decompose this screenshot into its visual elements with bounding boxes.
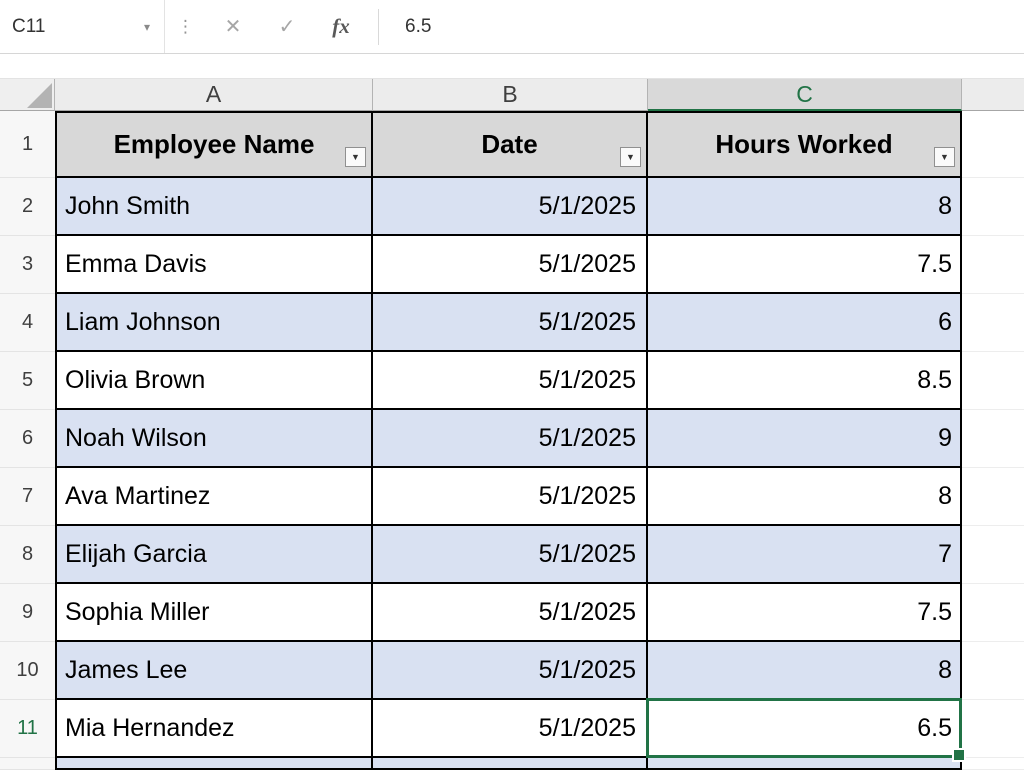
table-header-employee-name-label: Employee Name — [114, 129, 315, 160]
name-box[interactable]: C11 ▾ — [0, 0, 165, 53]
cell-A4[interactable]: Liam Johnson — [55, 294, 373, 352]
formula-input[interactable]: 6.5 — [379, 0, 1024, 53]
filter-button-date[interactable]: ▼ — [620, 147, 641, 167]
row-header-12-partial[interactable] — [0, 758, 55, 770]
table-row: 6 Noah Wilson 5/1/2025 9 — [0, 410, 1024, 468]
formula-bar: C11 ▾ ⋮ ✕ ✓ fx 6.5 — [0, 0, 1024, 54]
filter-button-employee-name[interactable]: ▼ — [345, 147, 366, 167]
spreadsheet-window: C11 ▾ ⋮ ✕ ✓ fx 6.5 A B C 1 Employee Name… — [0, 0, 1024, 770]
cell-B2[interactable]: 5/1/2025 — [373, 178, 648, 236]
cell-C2[interactable]: 8 — [648, 178, 962, 236]
cell-outside-table[interactable] — [962, 700, 1024, 758]
cell-B12-partial[interactable] — [373, 758, 648, 770]
table-row: 7 Ava Martinez 5/1/2025 8 — [0, 468, 1024, 526]
row-header-10[interactable]: 10 — [0, 642, 55, 700]
separator-dots-icon: ⋮ — [177, 17, 194, 37]
row-header-5[interactable]: 5 — [0, 352, 55, 410]
cell-C6[interactable]: 9 — [648, 410, 962, 468]
table-row: 5 Olivia Brown 5/1/2025 8.5 — [0, 352, 1024, 410]
column-header-b[interactable]: B — [373, 79, 648, 111]
cell-B8[interactable]: 5/1/2025 — [373, 526, 648, 584]
cell-C8[interactable]: 7 — [648, 526, 962, 584]
cell-C12-partial[interactable] — [648, 758, 962, 770]
cell-outside-table[interactable] — [962, 526, 1024, 584]
cell-A3[interactable]: Emma Davis — [55, 236, 373, 294]
table-row: 10 James Lee 5/1/2025 8 — [0, 642, 1024, 700]
cell-A11[interactable]: Mia Hernandez — [55, 700, 373, 758]
cell-B6[interactable]: 5/1/2025 — [373, 410, 648, 468]
table-row: 9 Sophia Miller 5/1/2025 7.5 — [0, 584, 1024, 642]
ribbon-gap — [0, 54, 1024, 78]
insert-function-icon[interactable]: fx — [314, 0, 368, 53]
cell-outside-table[interactable] — [962, 410, 1024, 468]
cell-outside-table[interactable] — [962, 758, 1024, 770]
enter-icon[interactable]: ✓ — [260, 0, 314, 53]
cell-A6[interactable]: Noah Wilson — [55, 410, 373, 468]
cell-C9[interactable]: 7.5 — [648, 584, 962, 642]
row-header-4[interactable]: 4 — [0, 294, 55, 352]
table-header-date-label: Date — [481, 129, 537, 160]
cell-outside-table[interactable] — [962, 111, 1024, 178]
cell-A12-partial[interactable] — [55, 758, 373, 770]
cell-B10[interactable]: 5/1/2025 — [373, 642, 648, 700]
cell-outside-table[interactable] — [962, 468, 1024, 526]
table-row: 4 Liam Johnson 5/1/2025 6 — [0, 294, 1024, 352]
cell-outside-table[interactable] — [962, 236, 1024, 294]
cell-C4[interactable]: 6 — [648, 294, 962, 352]
cell-outside-table[interactable] — [962, 642, 1024, 700]
cell-B3[interactable]: 5/1/2025 — [373, 236, 648, 294]
cell-C5[interactable]: 8.5 — [648, 352, 962, 410]
cell-C3[interactable]: 7.5 — [648, 236, 962, 294]
table-row: 11 Mia Hernandez 5/1/2025 6.5 — [0, 700, 1024, 758]
table-header-hours-worked-label: Hours Worked — [715, 129, 892, 160]
table-row: 8 Elijah Garcia 5/1/2025 7 — [0, 526, 1024, 584]
select-all-corner[interactable] — [0, 79, 55, 111]
cell-B7[interactable]: 5/1/2025 — [373, 468, 648, 526]
cancel-icon[interactable]: ✕ — [206, 0, 260, 53]
table-row: 2 John Smith 5/1/2025 8 — [0, 178, 1024, 236]
cell-A7[interactable]: Ava Martinez — [55, 468, 373, 526]
selected-cell-C11[interactable]: 6.5 — [648, 700, 962, 758]
table-header-date[interactable]: Date ▼ — [373, 111, 648, 178]
cell-B9[interactable]: 5/1/2025 — [373, 584, 648, 642]
row-header-1[interactable]: 1 — [0, 111, 55, 178]
cell-A8[interactable]: Elijah Garcia — [55, 526, 373, 584]
column-header-a[interactable]: A — [55, 79, 373, 111]
column-header-strip: A B C — [0, 78, 1024, 111]
table-header-employee-name[interactable]: Employee Name ▼ — [55, 111, 373, 178]
table-row-partial — [0, 758, 1024, 770]
filter-arrow-icon: ▼ — [940, 152, 949, 162]
cell-outside-table[interactable] — [962, 584, 1024, 642]
cell-A10[interactable]: James Lee — [55, 642, 373, 700]
row-header-3[interactable]: 3 — [0, 236, 55, 294]
cell-C10[interactable]: 8 — [648, 642, 962, 700]
cell-C7[interactable]: 8 — [648, 468, 962, 526]
table-row: 3 Emma Davis 5/1/2025 7.5 — [0, 236, 1024, 294]
cell-outside-table[interactable] — [962, 294, 1024, 352]
cell-B11[interactable]: 5/1/2025 — [373, 700, 648, 758]
row-header-7[interactable]: 7 — [0, 468, 55, 526]
name-box-dropdown-icon[interactable]: ▾ — [144, 20, 150, 34]
cell-B5[interactable]: 5/1/2025 — [373, 352, 648, 410]
filter-button-hours-worked[interactable]: ▼ — [934, 147, 955, 167]
row-header-2[interactable]: 2 — [0, 178, 55, 236]
row-header-9[interactable]: 9 — [0, 584, 55, 642]
row-header-11[interactable]: 11 — [0, 700, 55, 758]
table-header-row: 1 Employee Name ▼ Date ▼ Hours Worked ▼ — [0, 111, 1024, 178]
cell-A9[interactable]: Sophia Miller — [55, 584, 373, 642]
cell-outside-table[interactable] — [962, 352, 1024, 410]
row-header-6[interactable]: 6 — [0, 410, 55, 468]
cell-A5[interactable]: Olivia Brown — [55, 352, 373, 410]
filter-arrow-icon: ▼ — [626, 152, 635, 162]
column-header-c[interactable]: C — [648, 79, 962, 111]
filter-arrow-icon: ▼ — [351, 152, 360, 162]
column-header-d-partial[interactable] — [962, 79, 1024, 111]
table-header-hours-worked[interactable]: Hours Worked ▼ — [648, 111, 962, 178]
cell-A2[interactable]: John Smith — [55, 178, 373, 236]
name-box-value: C11 — [12, 16, 45, 38]
cell-outside-table[interactable] — [962, 178, 1024, 236]
row-header-8[interactable]: 8 — [0, 526, 55, 584]
select-all-triangle-icon — [27, 83, 52, 108]
cell-B4[interactable]: 5/1/2025 — [373, 294, 648, 352]
